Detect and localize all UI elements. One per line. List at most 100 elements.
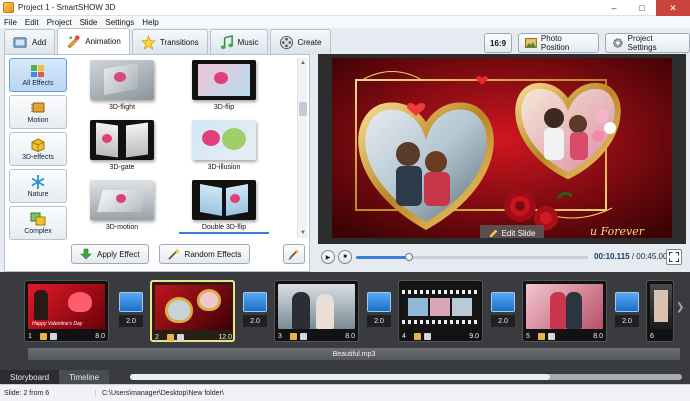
slide-duration: 9.0 [469,333,479,340]
play-icon[interactable]: ▶ [321,250,335,264]
storyboard-transition-5[interactable]: 2.0 [614,292,640,334]
slide-number: 6 [650,333,654,340]
sound-icon[interactable] [548,333,555,340]
sound-icon[interactable] [300,333,307,340]
effect-label: 3D-motion [105,224,139,231]
storyboard-transition-2[interactable]: 2.0 [242,292,268,334]
effects-scrollbar[interactable]: ▲ ▼ [297,58,307,238]
seek-bar[interactable] [356,253,588,261]
edit-slide-button[interactable]: Edit Slide [480,225,544,238]
tab-timeline[interactable]: Timeline [59,370,110,384]
effect-label: 3D-illusion [207,164,241,171]
menu-slide[interactable]: Slide [80,18,98,27]
status-slide-count: Slide: 2 from 6 [0,389,96,397]
close-icon[interactable]: ✕ [656,0,690,16]
tab-add[interactable]: Add [4,29,56,54]
sound-icon[interactable] [424,333,431,340]
tab-label: Transitions [159,37,199,47]
storyboard-scroll-thumb[interactable] [130,374,550,380]
effect-thumbnail [90,60,154,100]
menu-project[interactable]: Project [47,18,72,27]
effect-thumbnail [192,120,256,160]
category-complex[interactable]: Complex [9,206,67,240]
effect-thumbnail [192,180,256,220]
tab-animation[interactable]: Animation [57,28,130,54]
category-label: Nature [27,190,49,198]
pencil-icon[interactable] [290,333,297,340]
storyboard-slide-2[interactable]: 2 12.0 [150,280,235,342]
scroll-up-icon[interactable]: ▲ [298,58,308,68]
pencil-icon[interactable] [538,333,545,340]
slide-duration: 8.0 [345,333,355,340]
project-settings-button[interactable]: Project Settings [604,33,690,53]
storyboard-transition-1[interactable]: 2.0 [118,292,144,334]
storyboard-slide-1[interactable]: Happy Valentine's Day 1 8.0 [24,280,109,342]
aspect-ratio-button[interactable]: 16:9 [484,33,513,53]
photo-icon [525,38,537,48]
storyboard-transition-4[interactable]: 2.0 [490,292,516,334]
current-time: 00:10.115 [594,252,630,261]
slide-caption: Happy Valentine's Day [32,321,83,327]
clear-effect-button[interactable] [283,244,305,264]
menu-edit[interactable]: Edit [25,18,39,27]
category-label: 3D-effects [22,153,54,161]
effect-label: Double 3D-flip [179,224,269,234]
title-bar: Project 1 - SmartSHOW 3D – □ ✕ [0,0,690,16]
tab-transitions[interactable]: Transitions [131,29,208,54]
fullscreen-button[interactable] [666,249,682,265]
effect-3d-motion[interactable]: 3D-motion [77,180,167,231]
minimize-icon[interactable]: – [600,0,628,16]
menu-file[interactable]: File [4,18,17,27]
category-all-effects[interactable]: All Effects [9,58,67,92]
category-nature[interactable]: Nature [9,169,67,203]
maximize-icon[interactable]: □ [628,0,656,16]
music-track[interactable]: Beautiful.mp3 [28,348,680,360]
slide-footer: 4 9.0 [402,332,479,341]
effect-double-3d-flip[interactable]: Double 3D-flip [179,180,269,234]
tab-storyboard[interactable]: Storyboard [0,370,60,384]
chevron-right-icon[interactable]: ❯ [676,302,684,313]
edit-slide-label: Edit Slide [501,228,536,238]
tab-create[interactable]: Create [269,29,331,54]
storyboard-transition-3[interactable]: 2.0 [366,292,392,334]
apply-effect-button[interactable]: Apply Effect [71,244,149,264]
cube-icon [31,137,45,152]
tab-music[interactable]: Music [209,29,268,54]
slide-preview[interactable]: u Forever Edit Slide [332,58,672,238]
sound-icon[interactable] [50,333,57,340]
scroll-down-icon[interactable]: ▼ [298,228,308,238]
storyboard-slide-4[interactable]: 4 9.0 [398,280,483,342]
effect-3d-gate[interactable]: 3D-gate [77,120,167,171]
category-label: Motion [27,116,49,124]
storyboard-slide-3[interactable]: 3 8.0 [274,280,359,342]
motion-icon [31,102,45,112]
brush-icon [288,249,299,260]
effect-3d-flip[interactable]: 3D-flip [179,60,269,111]
category-motion[interactable]: Motion [9,95,67,129]
menu-help[interactable]: Help [142,18,158,27]
stop-icon[interactable]: ■ [338,250,352,264]
puzzle-icon [31,64,44,77]
menu-settings[interactable]: Settings [105,18,134,27]
sound-icon[interactable] [177,334,184,341]
random-effects-button[interactable]: Random Effects [158,244,251,264]
preview-caption: u Forever [590,225,645,238]
seek-handle[interactable] [405,253,414,261]
scroll-thumb[interactable] [299,102,307,116]
storyboard-slide-5[interactable]: 5 8.0 [522,280,607,342]
slide-duration: 8.0 [95,333,105,340]
preview-toolbar: 16:9 Photo Position Project Settings [484,33,690,53]
preview-panel: u Forever Edit Slide [318,54,686,244]
photo-position-button[interactable]: Photo Position [518,33,599,53]
complex-icon [30,212,46,225]
storyboard-slide-6[interactable]: 6 [646,280,674,342]
effect-3d-illusion[interactable]: 3D-illusion [179,120,269,171]
storyboard-scrollbar[interactable] [130,374,682,380]
pencil-icon[interactable] [414,333,421,340]
animation-icon [67,35,80,49]
category-3d-effects[interactable]: 3D-effects [9,132,67,166]
photo-position-label: Photo Position [540,34,570,52]
pencil-icon[interactable] [167,334,174,341]
effect-3d-flight[interactable]: 3D-flight [77,60,167,111]
pencil-icon[interactable] [40,333,47,340]
